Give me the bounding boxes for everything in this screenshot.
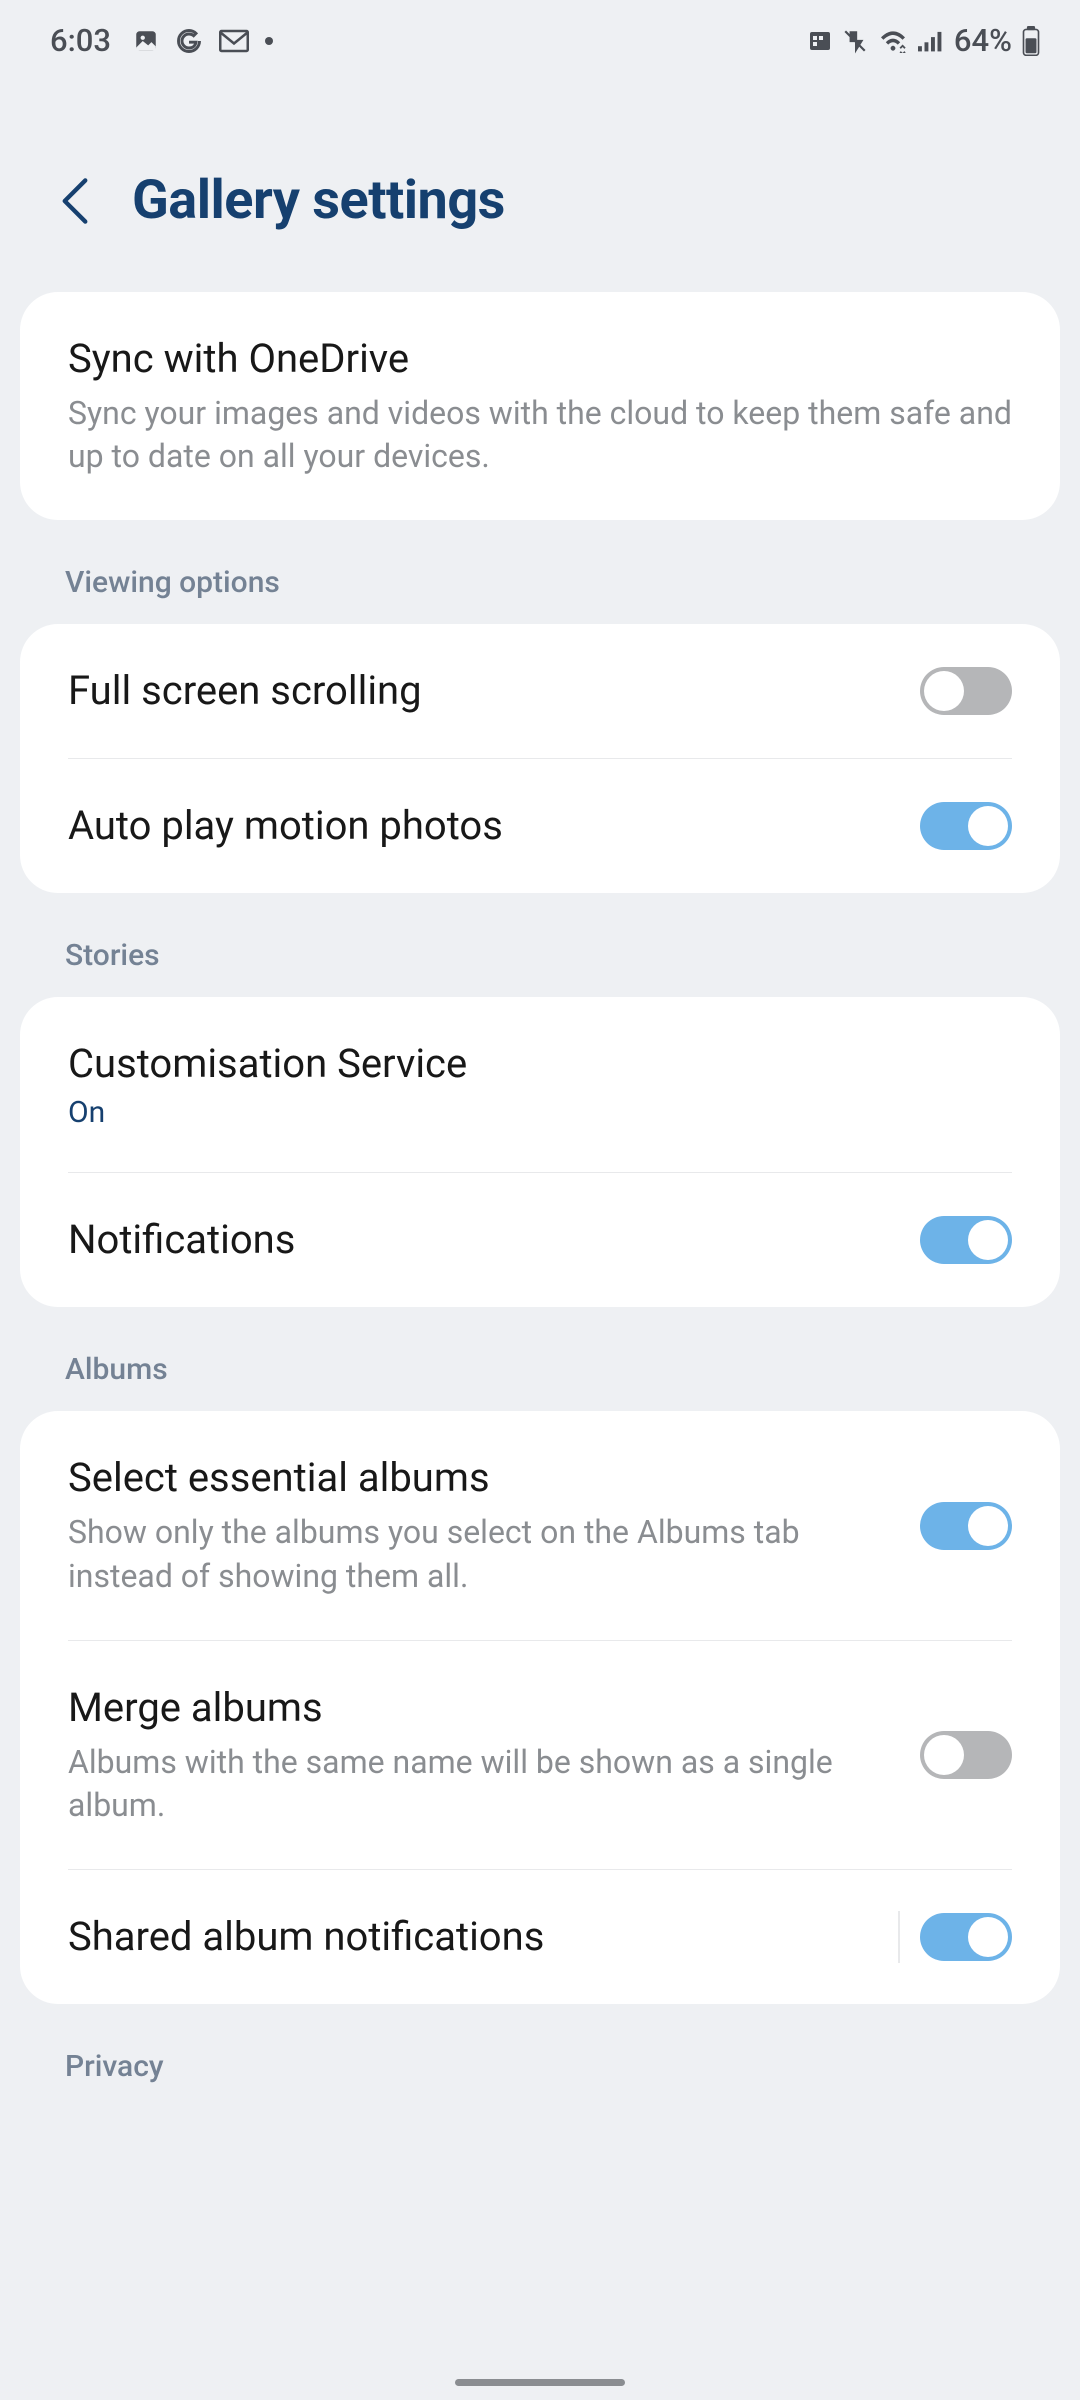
shared-notif-item[interactable]: Shared album notifications [68,1869,1012,2004]
sync-title: Sync with OneDrive [68,334,1012,384]
select-albums-item[interactable]: Select essential albums Show only the al… [20,1411,1060,1639]
shared-notif-toggle[interactable] [920,1913,1012,1961]
photo-icon [133,28,159,54]
back-button[interactable] [60,177,90,225]
notifications-toggle[interactable] [920,1216,1012,1264]
notifications-item[interactable]: Notifications [68,1172,1012,1307]
viewing-section-header: Viewing options [0,520,1080,624]
status-left: 6:03 [50,22,273,59]
app-icon [808,29,832,53]
fullscreen-scrolling-item[interactable]: Full screen scrolling [20,624,1060,758]
google-icon [175,27,203,55]
shared-notif-title: Shared album notifications [68,1912,890,1962]
autoplay-toggle[interactable] [920,802,1012,850]
sync-card: Sync with OneDrive Sync your images and … [20,292,1060,520]
autoplay-item[interactable]: Auto play motion photos [68,758,1012,893]
merge-albums-title: Merge albums [68,1683,890,1733]
select-albums-title: Select essential albums [68,1453,890,1503]
customisation-item[interactable]: Customisation Service On [20,997,1060,1172]
status-time: 6:03 [50,22,111,59]
customisation-status: On [68,1095,1012,1130]
privacy-section-header: Privacy [0,2004,1080,2108]
sync-desc: Sync your images and videos with the clo… [68,392,1012,478]
fullscreen-toggle[interactable] [920,667,1012,715]
sync-onedrive-item[interactable]: Sync with OneDrive Sync your images and … [20,292,1060,520]
signal-icon [918,30,944,52]
select-albums-toggle[interactable] [920,1502,1012,1550]
stories-card: Customisation Service On Notifications [20,997,1060,1307]
wifi-icon [878,29,908,53]
merge-albums-desc: Albums with the same name will be shown … [68,1741,890,1827]
autoplay-title: Auto play motion photos [68,801,890,851]
stories-section-header: Stories [0,893,1080,997]
albums-card: Select essential albums Show only the al… [20,1411,1060,2004]
fullscreen-title: Full screen scrolling [68,666,890,716]
vibrate-icon [842,28,868,54]
merge-albums-toggle[interactable] [920,1731,1012,1779]
customisation-title: Customisation Service [68,1039,1012,1089]
page-header: Gallery settings [0,69,1080,292]
status-bar: 6:03 64% [0,0,1080,69]
notifications-title: Notifications [68,1215,890,1265]
viewing-card: Full screen scrolling Auto play motion p… [20,624,1060,893]
gmail-icon [219,29,249,53]
battery-icon [1022,26,1040,56]
status-right: 64% [808,22,1040,59]
more-dot-icon [265,37,273,45]
select-albums-desc: Show only the albums you select on the A… [68,1511,890,1597]
albums-section-header: Albums [0,1307,1080,1411]
merge-albums-item[interactable]: Merge albums Albums with the same name w… [68,1640,1012,1869]
home-indicator[interactable] [455,2379,625,2386]
battery-percent: 64% [954,22,1012,59]
page-title: Gallery settings [132,169,505,232]
